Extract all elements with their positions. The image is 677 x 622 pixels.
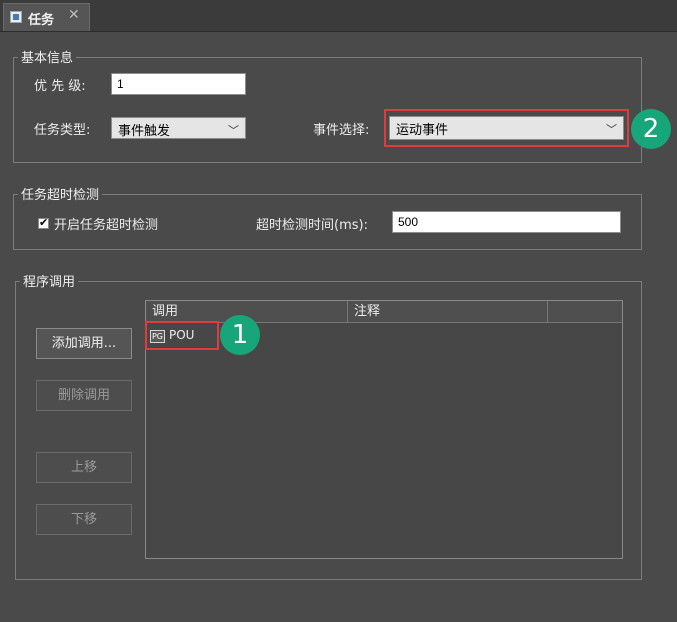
tab-title: 任务: [28, 13, 55, 28]
tab-task[interactable]: 任务 ✕: [3, 3, 90, 31]
close-icon[interactable]: ✕: [68, 7, 80, 23]
basic-info-legend: 基本信息: [18, 47, 77, 66]
event-select-dropdown[interactable]: 运动事件 ﹀: [389, 116, 624, 140]
program-icon: PG: [150, 330, 165, 343]
timeout-enable-checkbox[interactable]: ✔: [38, 216, 49, 229]
move-down-button[interactable]: 下移: [36, 504, 132, 535]
window-icon: [10, 11, 22, 23]
call-name: POU: [169, 328, 195, 342]
call-list-header: 调用 注释: [146, 301, 622, 323]
add-call-button[interactable]: 添加调用...: [36, 328, 132, 359]
annotation-badge-2: 2: [631, 109, 671, 149]
table-row[interactable]: PG POU: [150, 328, 216, 344]
timeout-time-input[interactable]: [392, 211, 621, 233]
program-call-legend: 程序调用: [20, 271, 79, 290]
annotation-badge-1: 1: [220, 315, 260, 355]
task-type-value: 事件触发: [118, 124, 171, 139]
timeout-enable-label[interactable]: 开启任务超时检测: [54, 214, 158, 233]
tab-bar: 任务 ✕: [0, 0, 677, 32]
task-type-select[interactable]: 事件触发 ﹀: [111, 117, 246, 139]
timeout-time-label: 超时检测时间(ms):: [256, 218, 368, 233]
event-select-label: 事件选择:: [313, 123, 370, 138]
priority-label: 优 先 级:: [34, 79, 86, 94]
task-type-label: 任务类型:: [34, 123, 91, 138]
chevron-down-icon: ﹀: [228, 124, 239, 137]
check-icon: ✔: [39, 216, 49, 229]
move-up-button[interactable]: 上移: [36, 452, 132, 483]
timeout-legend: 任务超时检测: [18, 184, 103, 203]
chevron-down-icon: ﹀: [606, 123, 617, 136]
priority-input[interactable]: [111, 73, 246, 95]
column-comment[interactable]: 注释: [348, 301, 548, 323]
delete-call-button[interactable]: 删除调用: [36, 380, 132, 411]
event-select-value: 运动事件: [396, 123, 449, 138]
